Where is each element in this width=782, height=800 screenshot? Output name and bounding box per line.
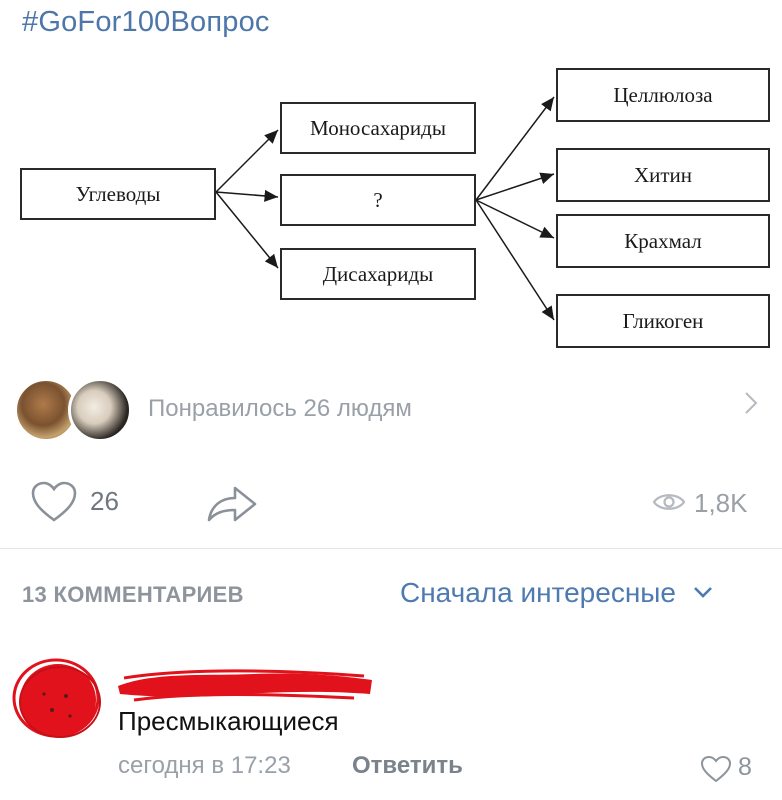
views-count: 1,8K — [694, 488, 748, 518]
reply-button[interactable]: Ответить — [352, 752, 463, 780]
comment-avatar-redacted[interactable] — [12, 658, 106, 742]
post-hashtag[interactable]: #GoFor100Вопрос — [22, 6, 270, 39]
comment-author-redacted[interactable] — [114, 664, 376, 704]
diagram-node-root: Углеводы — [20, 168, 216, 220]
chevron-down-icon — [693, 587, 712, 598]
diagram-node-unknown: ? — [280, 174, 476, 226]
share-button[interactable] — [205, 482, 259, 529]
liked-by-text[interactable]: Понравилось 26 людям — [148, 395, 412, 423]
comment-text: Пресмыкающиеся — [118, 706, 339, 736]
heart-icon — [700, 755, 732, 783]
like-count: 26 — [90, 486, 119, 516]
diagram-node-glycogen: Гликоген — [556, 294, 770, 348]
comments-sort-dropdown[interactable]: Сначала интересные — [400, 577, 714, 609]
comments-count: 13 КОММЕНТАРИЕВ — [22, 582, 244, 607]
liked-by-avatars[interactable] — [14, 378, 139, 444]
comment-timestamp: сегодня в 17:23 — [118, 752, 291, 779]
heart-icon — [31, 481, 77, 522]
diagram-node-disaccharides: Дисахариды — [280, 248, 476, 300]
diagram-node-chitin: Хитин — [556, 148, 770, 202]
chevron-right-icon[interactable] — [740, 388, 762, 423]
share-icon — [207, 486, 257, 522]
section-divider — [0, 548, 782, 549]
comment-like-count: 8 — [738, 753, 752, 781]
scribble-redaction — [118, 669, 372, 702]
eye-icon — [652, 494, 686, 510]
diagram-node-monosaccharides: Моносахариды — [280, 102, 476, 154]
post-diagram-image[interactable]: Углеводы Моносахариды ? Дисахариды Целлю… — [0, 50, 782, 350]
scribble-redaction — [12, 658, 101, 738]
sort-label: Сначала интересные — [400, 577, 676, 608]
avatar — [68, 378, 132, 442]
diagram-node-cellulose: Целлюлоза — [556, 68, 770, 122]
diagram-node-starch: Крахмал — [556, 214, 770, 268]
